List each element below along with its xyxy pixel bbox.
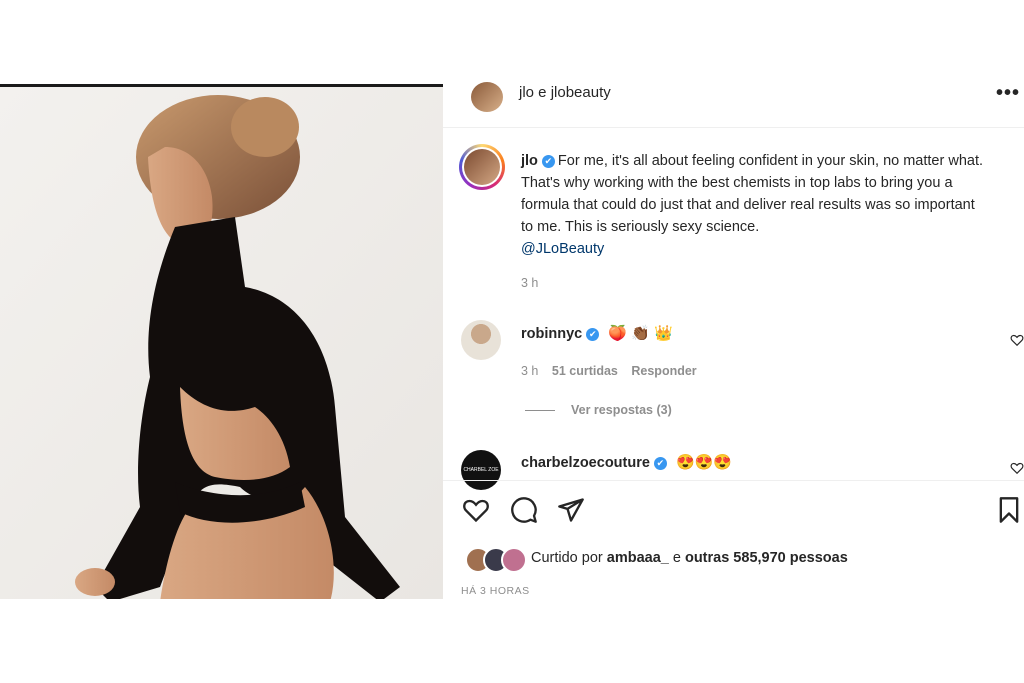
liked-by-others[interactable]: outras 585,970 pessoas [685, 550, 848, 566]
post-photo[interactable] [0, 84, 443, 599]
post-details-panel: jlo e jlobeauty ••• jlo ✔ For me, it's all… [443, 82, 1024, 599]
comment-avatar[interactable] [461, 320, 501, 360]
liked-by-prefix: Curtido por [531, 550, 607, 566]
header-divider [443, 127, 1024, 128]
author-connector: e [534, 84, 551, 101]
more-icon[interactable]: ••• [996, 82, 1020, 105]
comment-username[interactable]: robinnyc [521, 326, 582, 342]
liker-avatar [501, 547, 527, 573]
comment-emojis: 😍😍😍 [675, 454, 732, 471]
share-icon[interactable] [557, 496, 585, 524]
comment-line: robinnyc ✔ 🍑 👏🏾 👑 [521, 324, 673, 342]
post-timestamp[interactable]: HÁ 3 HORAS [461, 585, 530, 597]
coauthor-username[interactable]: jlobeauty [551, 84, 611, 101]
post-authors: jlo e jlobeauty [519, 84, 611, 101]
caption-text: For me, it's all about feeling confident… [521, 153, 984, 235]
reply-button[interactable]: Responder [631, 364, 696, 378]
caption-username[interactable]: jlo [521, 153, 538, 169]
comment-username[interactable]: charbelzoecouture [521, 455, 650, 471]
caption-mention[interactable]: @JLoBeauty [521, 241, 604, 257]
comment-icon[interactable] [510, 496, 538, 524]
verified-icon: ✔ [586, 328, 600, 341]
heart-icon[interactable] [1010, 461, 1024, 475]
caption-time[interactable]: 3 h [521, 276, 538, 290]
verified-icon: ✔ [541, 155, 555, 168]
comment-likes[interactable]: 51 curtidas [552, 364, 618, 378]
comment-time[interactable]: 3 h [521, 364, 538, 378]
liked-by-middle: e [668, 550, 685, 566]
bookmark-icon[interactable] [995, 496, 1023, 524]
comment-meta: 3 h 51 curtidas Responder [521, 364, 697, 378]
comment-avatar[interactable]: CHARBEL ZOE [461, 450, 501, 490]
liked-by-text: Curtido por ambaaa_ e outras 585,970 pes… [531, 550, 848, 566]
heart-icon[interactable] [1010, 333, 1024, 347]
caption-avatar-ring[interactable] [459, 144, 505, 190]
comment-emojis: 🍑 👏🏾 👑 [608, 325, 673, 342]
post-image [0, 87, 443, 599]
view-replies-button[interactable]: Ver respostas (3) [527, 403, 672, 417]
comment-line: charbelzoecouture ✔ 😍😍😍 [521, 453, 732, 471]
caption-avatar [462, 147, 502, 187]
actions-divider [443, 480, 1024, 481]
author-username[interactable]: jlo [519, 84, 534, 101]
author-avatar[interactable] [471, 82, 503, 112]
caption-avatar-photo [464, 149, 500, 185]
avatar-logo-text: CHARBEL ZOE [463, 467, 499, 473]
heart-icon[interactable] [462, 496, 490, 524]
post-caption: jlo ✔ For me, it's all about feeling confi… [521, 150, 983, 260]
liked-by-user[interactable]: ambaaa_ [607, 550, 669, 566]
verified-icon: ✔ [653, 457, 667, 470]
